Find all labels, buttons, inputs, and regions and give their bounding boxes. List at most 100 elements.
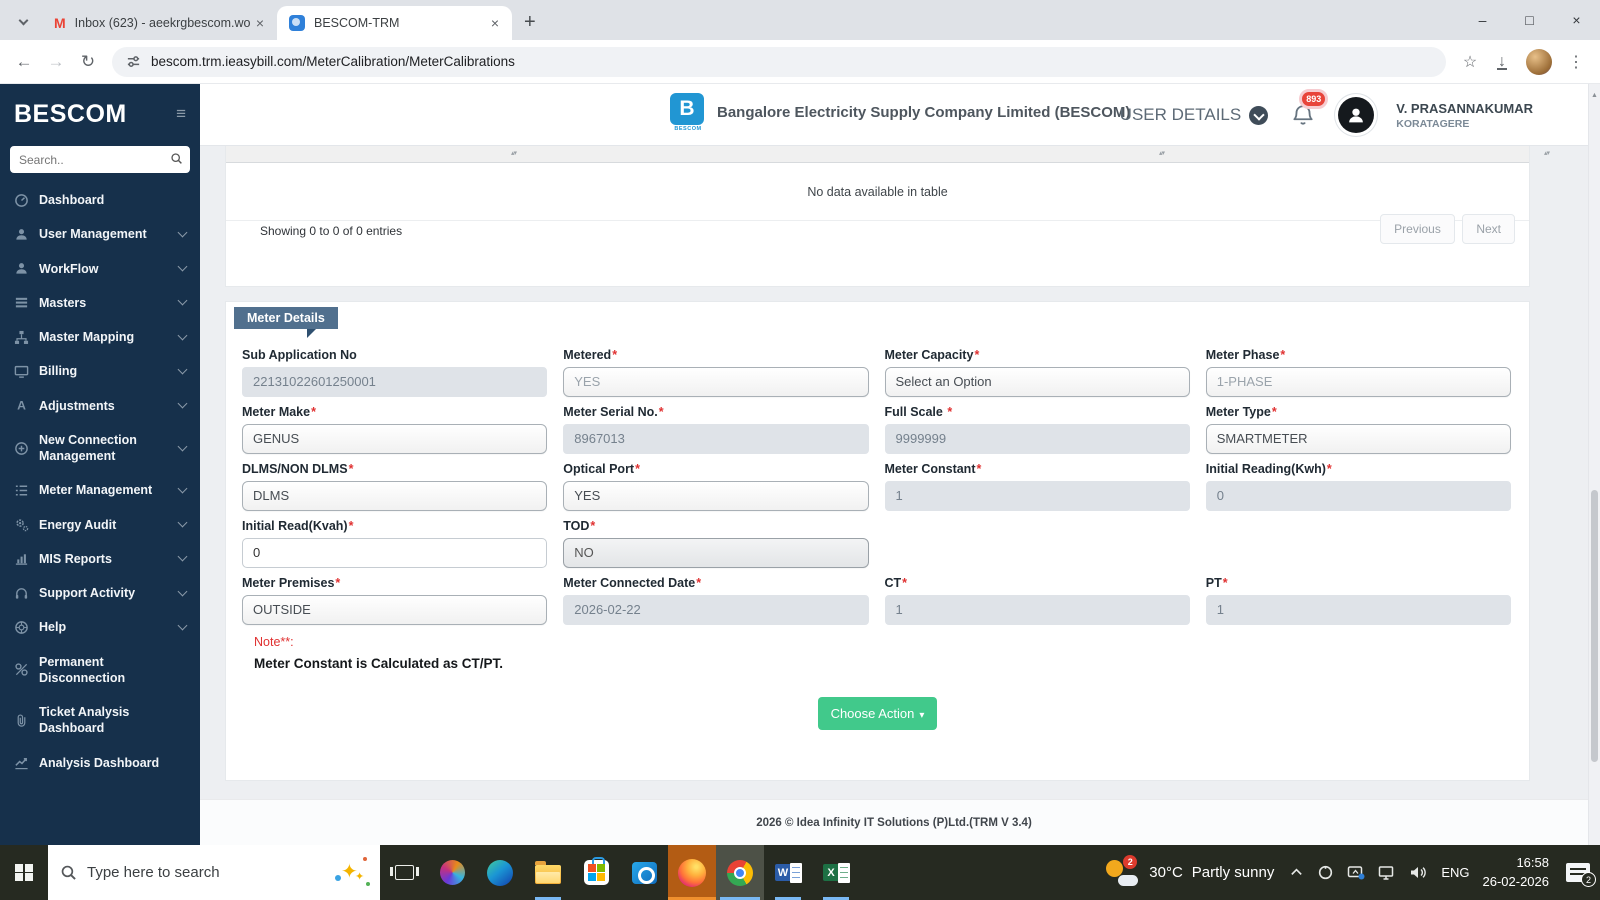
sort-icon[interactable]: ▴▾	[1159, 149, 1165, 157]
outlook-icon	[631, 861, 657, 884]
browser-profile-avatar[interactable]	[1526, 48, 1552, 75]
firefox-button[interactable]	[668, 845, 716, 900]
sidebar-item-analysis-dashboard[interactable]: Analysis Dashboard	[0, 746, 200, 780]
previous-button[interactable]: Previous	[1380, 214, 1455, 244]
menu-kebab-icon[interactable]: ⋮	[1560, 52, 1592, 72]
notifications-bell[interactable]: 893	[1290, 88, 1329, 134]
weather-widget[interactable]: 2 30°C Partly sunny	[1104, 854, 1275, 888]
excel-button[interactable]: X	[812, 845, 860, 900]
sidebar-item-permanent-disconnection[interactable]: Permanent Disconnection	[0, 645, 200, 696]
tray-volume-icon[interactable]	[1409, 864, 1428, 881]
sidebar-item-meter-management[interactable]: Meter Management	[0, 473, 200, 507]
weather-desc: Partly sunny	[1191, 864, 1275, 881]
tod-select[interactable]: NO	[563, 538, 869, 568]
field-label: Full Scale	[884, 405, 947, 419]
scrollbar-up-icon[interactable]: ▲	[1589, 92, 1600, 99]
notification-center-icon[interactable]: 2	[1566, 863, 1596, 887]
initial-read-kvah-input[interactable]: 0	[242, 538, 548, 568]
sidebar-item-mis-reports[interactable]: MIS Reports	[0, 542, 200, 576]
sidebar-item-support-activity[interactable]: Support Activity	[0, 576, 200, 610]
download-icon[interactable]: ↓	[1486, 53, 1518, 71]
tray-expand-icon[interactable]	[1289, 865, 1304, 880]
hamburger-icon[interactable]: ≡	[176, 104, 186, 124]
next-button[interactable]: Next	[1462, 214, 1515, 244]
file-explorer-button[interactable]	[524, 845, 572, 900]
taskbar-search[interactable]: ✦✦	[48, 845, 380, 900]
reload-icon[interactable]: ↻	[72, 52, 104, 72]
bookmark-star-icon[interactable]: ☆	[1454, 52, 1486, 72]
tune-icon[interactable]	[126, 54, 141, 69]
sort-icon[interactable]: ▴▾	[511, 149, 517, 157]
user-avatar[interactable]	[1338, 97, 1375, 133]
tab-bescom-trm[interactable]: BESCOM-TRM ×	[277, 6, 512, 40]
sidebar-item-label: MIS Reports	[39, 551, 112, 566]
meter-type-select[interactable]: SMARTMETER	[1205, 424, 1511, 454]
notification-center-badge: 2	[1581, 872, 1596, 887]
tray-display-icon[interactable]	[1347, 864, 1365, 881]
section-title-ribbon: Meter Details	[234, 307, 338, 338]
close-icon[interactable]: ×	[486, 15, 504, 31]
taskbar-clock[interactable]: 16:58 26-02-2026	[1483, 854, 1550, 890]
forward-icon[interactable]: →	[40, 52, 72, 72]
dlms-select[interactable]: DLMS	[242, 481, 548, 511]
search-input[interactable]	[10, 146, 190, 173]
sub-application-no-input: 22131022601250001	[242, 367, 548, 397]
sidebar-item-new-connection-management[interactable]: New Connection Management	[0, 423, 200, 474]
scrollbar-thumb[interactable]	[1591, 490, 1598, 762]
maximize-button[interactable]: □	[1506, 0, 1553, 40]
meter-phase-select: 1-PHASE	[1205, 367, 1511, 397]
outlook-button[interactable]	[620, 845, 668, 900]
field-label: PT	[1205, 576, 1222, 590]
sidebar-item-masters[interactable]: Masters	[0, 286, 200, 320]
sidebar-item-workflow[interactable]: WorkFlow	[0, 252, 200, 286]
sort-icon[interactable]: ▴▾	[1544, 149, 1550, 157]
minimize-button[interactable]: –	[1459, 0, 1506, 40]
edge-icon	[487, 859, 513, 886]
chrome-button[interactable]	[716, 845, 764, 900]
tab-search-chevron-icon[interactable]	[10, 9, 36, 35]
required-asterisk: *	[1222, 576, 1228, 590]
window-controls: – □ ×	[1459, 0, 1600, 40]
word-button[interactable]: W	[764, 845, 812, 900]
tab-gmail[interactable]: M Inbox (623) - aeekrgbescom.wo ×	[42, 6, 277, 40]
task-view-button[interactable]	[380, 845, 428, 900]
optical-port-select[interactable]: YES	[563, 481, 869, 511]
sidebar-item-adjustments[interactable]: A Adjustments	[0, 389, 200, 423]
edge-button[interactable]	[476, 845, 524, 900]
grid-spacer	[885, 519, 1190, 568]
address-bar[interactable]: bescom.trm.ieasybill.com/MeterCalibratio…	[112, 46, 1446, 77]
sidebar-item-energy-audit[interactable]: Energy Audit	[0, 508, 200, 542]
back-icon[interactable]: ←	[8, 52, 40, 72]
sidebar-item-label: Master Mapping	[39, 330, 135, 344]
sidebar-item-user-management[interactable]: User Management	[0, 217, 200, 251]
sidebar-item-help[interactable]: Help	[0, 610, 200, 644]
tray-network-icon[interactable]	[1378, 864, 1396, 881]
sidebar-item-ticket-analysis-dashboard[interactable]: Ticket Analysis Dashboard	[0, 695, 200, 746]
taskbar-search-input[interactable]	[87, 864, 322, 881]
meter-capacity-select[interactable]: Select an Option	[884, 367, 1190, 397]
meter-premises-select[interactable]: OUTSIDE	[242, 595, 548, 625]
field-meter-type: Meter Type* SMARTMETER	[1205, 405, 1511, 454]
language-indicator[interactable]: ENG	[1441, 865, 1469, 880]
meter-make-select[interactable]: GENUS	[242, 424, 548, 454]
copilot-button[interactable]	[428, 845, 476, 900]
field-label: Optical Port	[563, 462, 635, 476]
tray-sync-icon[interactable]	[1317, 864, 1334, 881]
field-label: Initial Read(Kvah)	[242, 519, 348, 533]
page-scrollbar[interactable]: ▲	[1588, 84, 1600, 845]
ms-store-button[interactable]	[572, 845, 620, 900]
start-button[interactable]	[0, 845, 48, 900]
sidebar-item-master-mapping[interactable]: Master Mapping	[0, 320, 200, 354]
choose-action-button[interactable]: Choose Action ▾	[817, 697, 938, 730]
chevron-down-circle-icon	[1249, 105, 1269, 125]
browser-toolbar: ← → ↻ bescom.trm.ieasybill.com/MeterCali…	[0, 40, 1600, 84]
user-name-block[interactable]: V. PRASANNAKUMAR KORATAGERE	[1396, 101, 1533, 130]
close-icon[interactable]: ×	[251, 15, 269, 31]
url-text[interactable]: bescom.trm.ieasybill.com/MeterCalibratio…	[151, 54, 515, 69]
new-tab-button[interactable]: +	[524, 11, 536, 34]
sidebar-item-billing[interactable]: Billing	[0, 354, 200, 388]
user-details-dropdown[interactable]: USER DETAILS	[1120, 105, 1269, 125]
chevron-down-icon	[177, 295, 188, 306]
close-window-button[interactable]: ×	[1553, 0, 1600, 40]
sidebar-item-dashboard[interactable]: Dashboard	[0, 183, 200, 217]
